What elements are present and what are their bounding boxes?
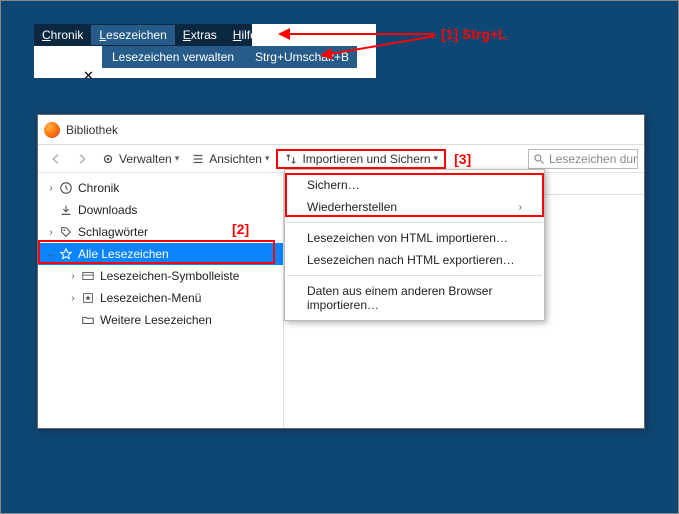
chevron-right-icon[interactable]: › [68,271,78,282]
search-icon [533,153,545,165]
menu-hilfe[interactable]: Hilfe [225,25,265,45]
tree-downloads[interactable]: Downloads [38,199,283,221]
download-icon [58,202,74,218]
star-icon [58,246,74,262]
chevron-down-icon[interactable]: ⌄ [46,249,56,260]
library-titlebar: Bibliothek [38,115,644,145]
folder-icon [80,312,96,328]
menu-lesezeichen[interactable]: Lesezeichen [91,25,174,45]
gear-icon [101,152,115,166]
separator [287,275,542,276]
import-sichern-button[interactable]: Importieren und Sichern▾ [276,149,446,169]
ansichten-button[interactable]: Ansichten▾ [186,150,274,168]
close-icon[interactable]: ✕ [83,68,94,84]
menu-import-html[interactable]: Lesezeichen von HTML importieren… [285,227,544,249]
annotation-3: [3] [454,151,471,167]
submenu-manage-bookmarks[interactable]: Lesezeichen verwalten Strg+Umschalt+B [102,46,357,68]
chevron-right-icon: › [519,202,522,213]
chevron-right-icon[interactable]: › [68,293,78,304]
search-input[interactable]: Lesezeichen durchsuchen [528,149,638,169]
menu-chronik[interactable]: Chronik [34,25,91,45]
menubar: Chronik Lesezeichen Extras Hilfe [34,24,252,46]
menu-sichern[interactable]: Sichern… [285,174,544,196]
tree-menu[interactable]: › Lesezeichen-Menü [38,287,283,309]
tag-icon [58,224,74,240]
menu-export-html[interactable]: Lesezeichen nach HTML exportieren… [285,249,544,271]
chevron-right-icon[interactable]: › [46,183,56,194]
annotation-2: [2] [232,221,249,237]
menu-import-browser[interactable]: Daten aus einem anderen Browser importie… [285,280,544,316]
import-export-icon [284,152,298,166]
back-button[interactable] [44,150,68,168]
browser-menubar-region: Chronik Lesezeichen Extras Hilfe Lesezei… [34,24,376,78]
tree-alle-lesezeichen[interactable]: ⌄ Alle Lesezeichen [38,243,283,265]
annotation-1: [1] Strg+L [441,26,507,42]
menu-extras[interactable]: Extras [175,25,225,45]
separator [287,222,542,223]
tree-weitere[interactable]: Weitere Lesezeichen [38,309,283,331]
import-dropdown-menu: Sichern… Wiederherstellen› Lesezeichen v… [284,169,545,321]
verwalten-button[interactable]: Verwalten▾ [96,150,184,168]
tree-symbolleiste[interactable]: › Lesezeichen-Symbolleiste [38,265,283,287]
library-title: Bibliothek [66,123,118,137]
list-icon [191,152,205,166]
submenu-label: Lesezeichen verwalten [112,50,255,64]
library-sidebar: › Chronik Downloads › Schlagwörter ⌄ All… [38,173,284,428]
forward-button[interactable] [70,150,94,168]
menu-wiederherstellen[interactable]: Wiederherstellen› [285,196,544,218]
tree-chronik[interactable]: › Chronik [38,177,283,199]
toolbar-icon [80,268,96,284]
firefox-icon [44,122,60,138]
chevron-right-icon[interactable]: › [46,227,56,238]
clock-icon [58,180,74,196]
submenu-shortcut: Strg+Umschalt+B [255,50,357,64]
bookmark-menu-icon [80,290,96,306]
